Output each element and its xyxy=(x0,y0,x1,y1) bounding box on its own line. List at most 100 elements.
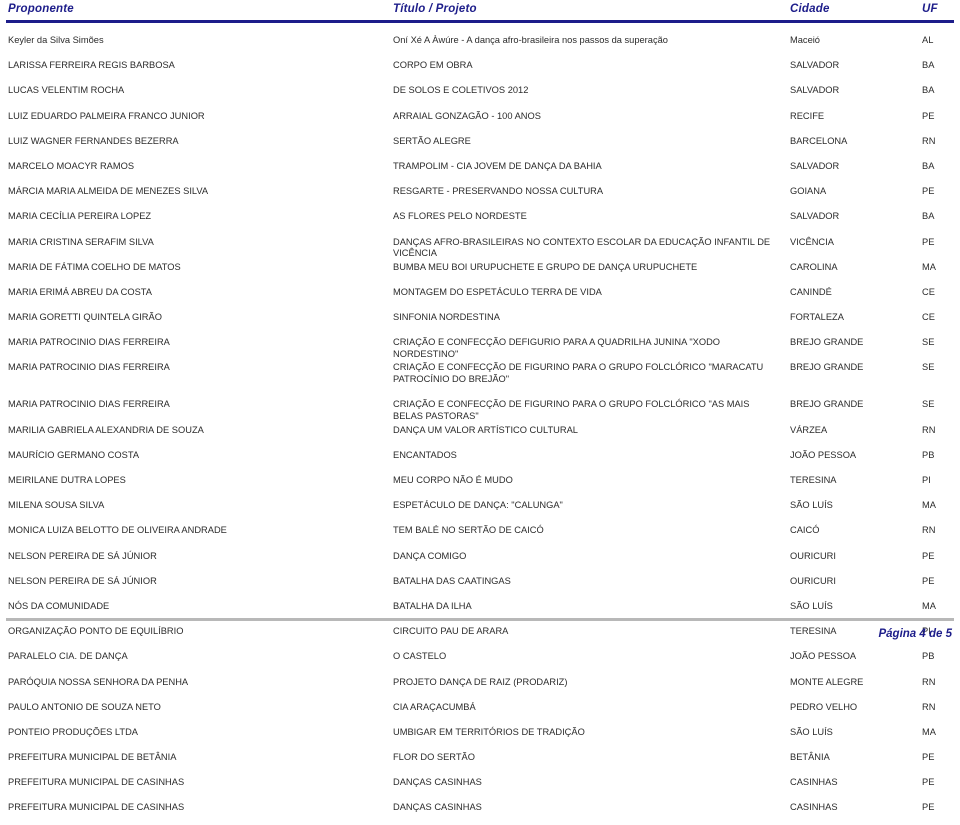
cell-titulo: DANÇA UM VALOR ARTÍSTICO CULTURAL xyxy=(393,424,578,435)
column-header-proponente: Proponente xyxy=(8,3,74,15)
cell-cidade: OURICURI xyxy=(790,550,836,561)
cell-proponente: MARIA ERIMÁ ABREU DA COSTA xyxy=(8,286,152,297)
cell-cidade: SALVADOR xyxy=(790,60,840,71)
cell-proponente: MONICA LUIZA BELOTTO DE OLIVEIRA ANDRADE xyxy=(8,525,227,536)
cell-titulo: ESPETÁCULO DE DANÇA: "CALUNGA" xyxy=(393,500,563,511)
cell-uf: CE xyxy=(922,286,935,297)
cell-cidade: VÁRZEA xyxy=(790,424,828,435)
cell-titulo: TEM BALÉ NO SERTÃO DE CAICÓ xyxy=(393,525,544,536)
table-row: MILENA SOUSA SILVA ESPETÁCULO DE DANÇA: "… xyxy=(0,497,960,522)
cell-titulo: ENCANTADOS xyxy=(393,449,457,460)
cell-cidade: SALVADOR xyxy=(790,160,840,171)
cell-proponente: MARILIA GABRIELA ALEXANDRIA DE SOUZA xyxy=(8,424,204,435)
table-row: PREFEITURA MUNICIPAL DE BETÂNIA FLOR DO S… xyxy=(0,749,960,774)
table-row: MARIA DE FÁTIMA COELHO DE MATOS BUMBA MEU… xyxy=(0,259,960,284)
cell-proponente: PREFEITURA MUNICIPAL DE CASINHAS xyxy=(8,777,185,788)
cell-uf: PE xyxy=(922,777,935,788)
footer-divider xyxy=(6,618,954,621)
cell-cidade: CASINHAS xyxy=(790,802,838,813)
cell-cidade: SALVADOR xyxy=(790,85,840,96)
table-row: LUIZ WAGNER FERNANDES BEZERRA SERTÃO ALEG… xyxy=(0,133,960,158)
cell-titulo: MONTAGEM DO ESPETÁCULO TERRA DE VIDA xyxy=(393,286,602,297)
cell-cidade: SALVADOR xyxy=(790,211,840,222)
table-row: MONICA LUIZA BELOTTO DE OLIVEIRA ANDRADE… xyxy=(0,522,960,547)
cell-proponente: MILENA SOUSA SILVA xyxy=(8,500,105,511)
cell-cidade: BREJO GRANDE xyxy=(790,399,864,410)
table-row: MARIA CRISTINA SERAFIM SILVA DANÇAS AFRO-… xyxy=(0,234,960,259)
table-row: MARIA CECÍLIA PEREIRA LOPEZ AS FLORES PEL… xyxy=(0,208,960,233)
cell-titulo: PROJETO DANÇA DE RAIZ (PRODARIZ) xyxy=(393,676,568,687)
cell-titulo: TRAMPOLIM - CIA JOVEM DE DANÇA DA BAHIA xyxy=(393,160,602,171)
cell-uf: BA xyxy=(922,85,935,96)
page-number: Página 4 de 5 xyxy=(878,628,952,640)
table-row: PARALELO CIA. DE DANÇA O CASTELO JOÃO PESS… xyxy=(0,648,960,673)
cell-cidade: GOIANA xyxy=(790,186,827,197)
table-row: MARIA GORETTI QUINTELA GIRÃO SINFONIA NOR… xyxy=(0,309,960,334)
cell-cidade: RECIFE xyxy=(790,110,825,121)
cell-cidade: CAICÓ xyxy=(790,525,820,536)
cell-uf: RN xyxy=(922,701,936,712)
cell-proponente: MARIA CECÍLIA PEREIRA LOPEZ xyxy=(8,211,152,222)
cell-titulo: SINFONIA NORDESTINA xyxy=(393,312,500,323)
cell-cidade: Maceió xyxy=(790,35,820,45)
cell-cidade: BREJO GRANDE xyxy=(790,337,864,348)
cell-uf: CE xyxy=(922,312,935,323)
cell-proponente: MARIA PATROCINIO DIAS FERREIRA xyxy=(8,337,170,348)
table-row: MARIA PATROCINIO DIAS FERREIRA CRIAÇÃO E … xyxy=(0,359,960,396)
cell-proponente: PREFEITURA MUNICIPAL DE CASINHAS xyxy=(8,802,185,813)
cell-titulo: CRIAÇÃO E CONFECÇÃO DE FIGURINO PARA O G… xyxy=(393,362,764,385)
cell-titulo: DANÇAS CASINHAS xyxy=(393,777,482,788)
table-row: LUCAS VELENTIM ROCHA DE SOLOS E COLETIVOS… xyxy=(0,82,960,107)
cell-titulo: DANÇA COMIGO xyxy=(393,550,467,561)
cell-uf: PE xyxy=(922,110,935,121)
cell-titulo: SERTÃO ALEGRE xyxy=(393,135,471,146)
cell-titulo: BUMBA MEU BOI URUPUCHETE E GRUPO DE DANÇ… xyxy=(393,261,698,272)
cell-proponente: PONTEIO PRODUÇÕES LTDA xyxy=(8,726,139,737)
cell-uf: AL xyxy=(922,35,934,45)
table-row: Keyler da Silva Simões Oní Xé A Àwúre - A… xyxy=(0,32,960,57)
cell-uf: PB xyxy=(922,449,935,460)
table-row: MARIA PATROCINIO DIAS FERREIRA CRIAÇÃO E … xyxy=(0,334,960,359)
cell-uf: MA xyxy=(922,600,936,611)
cell-proponente: MARIA CRISTINA SERAFIM SILVA xyxy=(8,236,154,247)
column-header-cidade: Cidade xyxy=(790,3,830,15)
cell-titulo: ARRAIAL GONZAGÃO - 100 ANOS xyxy=(393,110,541,121)
cell-uf: MA xyxy=(922,261,936,272)
cell-proponente: MEIRILANE DUTRA LOPES xyxy=(8,475,126,485)
cell-cidade: SÃO LUÍS xyxy=(790,500,833,511)
table-row: MÁRCIA MARIA ALMEIDA DE MENEZES SILVA RES… xyxy=(0,183,960,208)
cell-proponente: PAULO ANTONIO DE SOUZA NETO xyxy=(8,701,161,712)
cell-titulo: BATALHA DAS CAATINGAS xyxy=(393,575,511,586)
cell-uf: PE xyxy=(922,802,935,813)
cell-cidade: JOÃO PESSOA xyxy=(790,651,857,662)
cell-cidade: BARCELONA xyxy=(790,135,848,146)
cell-uf: PE xyxy=(922,550,935,561)
cell-proponente: PARALELO CIA. DE DANÇA xyxy=(8,651,128,662)
cell-cidade: SÃO LUÍS xyxy=(790,600,833,611)
report-page: Proponente Título / Projeto Cidade UF Ke… xyxy=(0,0,960,812)
table-row: NELSON PEREIRA DE SÁ JÚNIOR BATALHA DAS C… xyxy=(0,573,960,598)
cell-uf: RN xyxy=(922,525,936,536)
cell-proponente: LARISSA FERREIRA REGIS BARBOSA xyxy=(8,60,175,71)
table-row: MARIA ERIMÁ ABREU DA COSTA MONTAGEM DO ES… xyxy=(0,284,960,309)
cell-uf: BA xyxy=(922,211,935,222)
cell-proponente: LUIZ WAGNER FERNANDES BEZERRA xyxy=(8,135,179,146)
cell-titulo: AS FLORES PELO NORDESTE xyxy=(393,211,527,222)
cell-uf: RN xyxy=(922,424,936,435)
cell-cidade: BREJO GRANDE xyxy=(790,362,864,373)
cell-proponente: MARCELO MOACYR RAMOS xyxy=(8,160,135,171)
cell-uf: MA xyxy=(922,500,936,511)
cell-titulo: CRIAÇÃO E CONFECÇÃO DEFIGURIO PARA A QUA… xyxy=(393,337,721,359)
table-body: Keyler da Silva Simões Oní Xé A Àwúre - A… xyxy=(0,32,960,825)
table-header: Proponente Título / Projeto Cidade UF xyxy=(0,0,960,23)
table-row: PARÓQUIA NOSSA SENHORA DA PENHA PROJETO D… xyxy=(0,674,960,699)
cell-cidade: TERESINA xyxy=(790,475,837,485)
cell-uf: MA xyxy=(922,726,936,737)
cell-cidade: PEDRO VELHO xyxy=(790,701,858,712)
header-divider xyxy=(6,20,954,23)
cell-uf: PE xyxy=(922,752,935,763)
cell-titulo: CIA ARAÇACUMBÁ xyxy=(393,701,476,712)
cell-proponente: MARIA PATROCINIO DIAS FERREIRA xyxy=(8,399,170,410)
table-row: NELSON PEREIRA DE SÁ JÚNIOR DANÇA COMIGO O… xyxy=(0,548,960,573)
cell-uf: RN xyxy=(922,676,936,687)
